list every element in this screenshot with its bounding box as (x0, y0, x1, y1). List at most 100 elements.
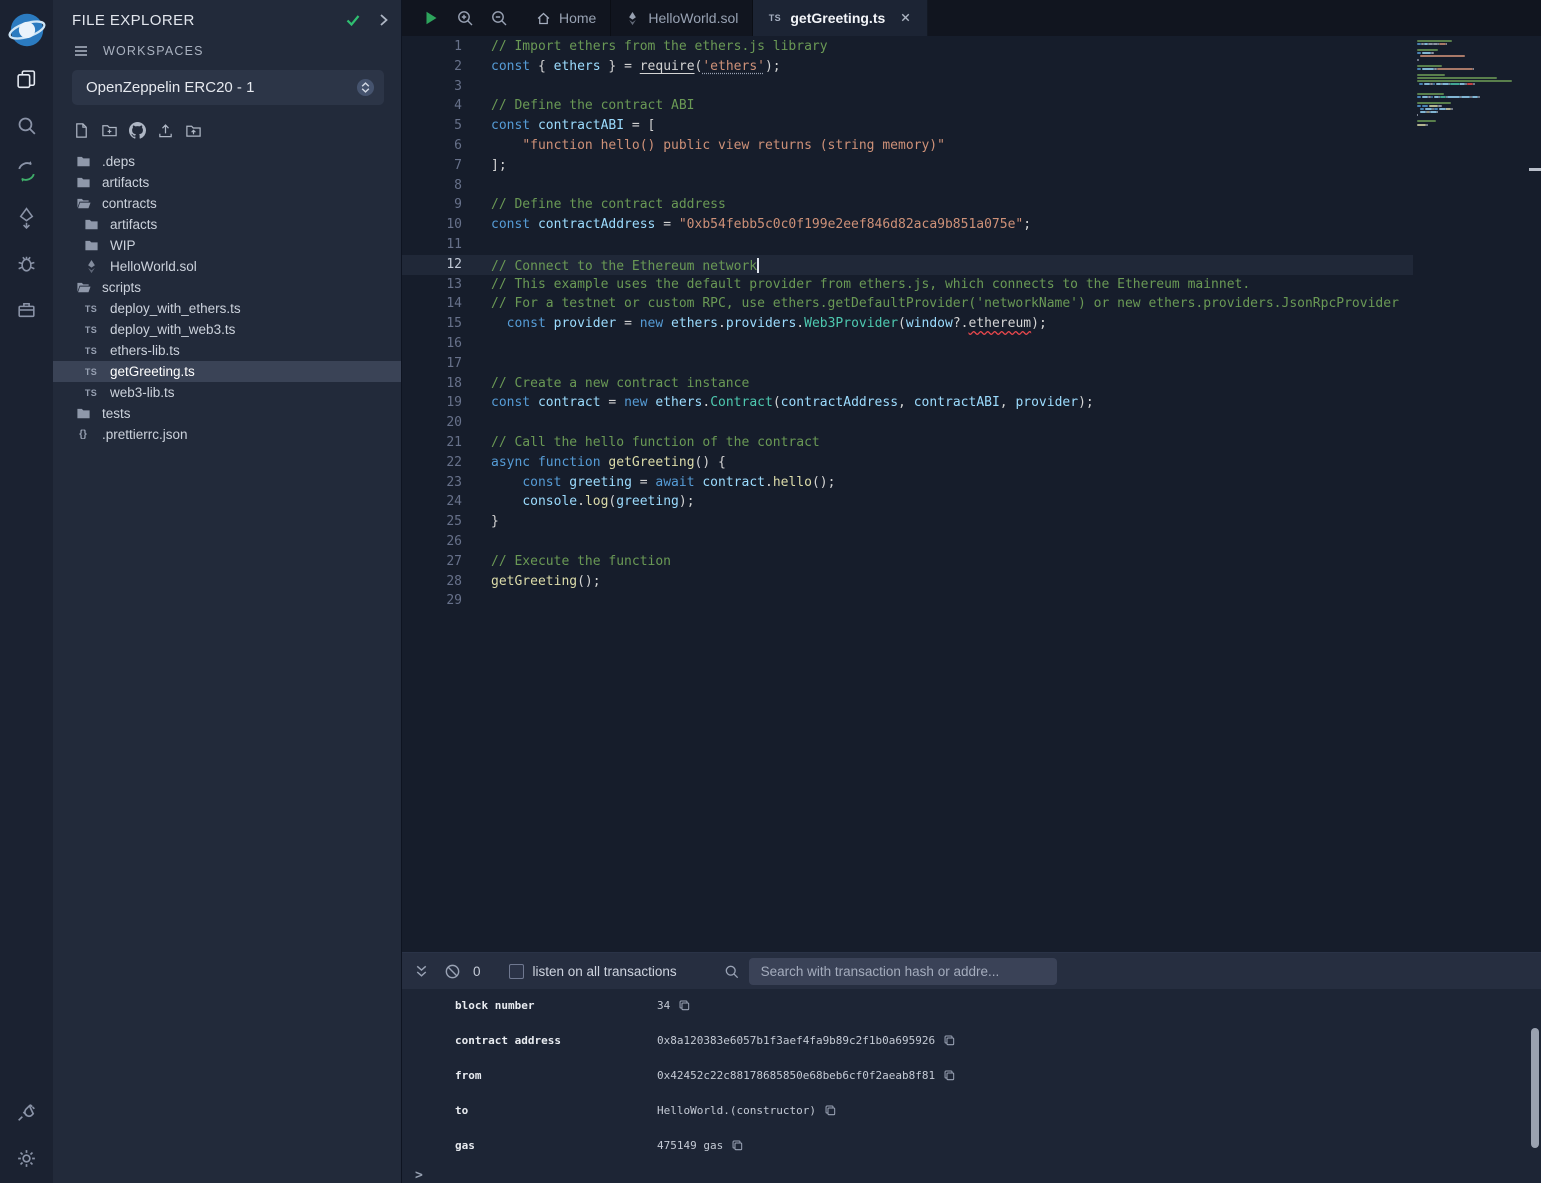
file-item-ethers-lib.ts[interactable]: TSethers-lib.ts (53, 340, 401, 361)
code-line-3[interactable]: 3 (402, 77, 1413, 97)
line-number: 27 (402, 552, 462, 572)
code-line-13[interactable]: 13// This example uses the default provi… (402, 275, 1413, 295)
line-text: const contractAddress = "0xb54febb5c0c0f… (491, 215, 1031, 235)
scrollbar-thumb[interactable] (1531, 1028, 1539, 1148)
new-file-icon (73, 122, 90, 139)
copy-icon[interactable] (943, 1034, 956, 1047)
transaction-count: 0 (473, 964, 481, 979)
ts-icon: TS (83, 385, 99, 401)
file-item-artifacts[interactable]: artifacts (53, 214, 401, 235)
terminal-search-input[interactable] (749, 958, 1057, 985)
terminal-prompt[interactable]: > (402, 1168, 1541, 1183)
code-line-22[interactable]: 22async function getGreeting() { (402, 453, 1413, 473)
file-item-tests[interactable]: tests (53, 403, 401, 424)
code-line-28[interactable]: 28getGreeting(); (402, 572, 1413, 592)
file-item-getGreeting.ts[interactable]: TSgetGreeting.ts (53, 361, 401, 382)
ban-icon[interactable] (444, 963, 461, 980)
code-line-16[interactable]: 16 (402, 334, 1413, 354)
code-line-4[interactable]: 4// Define the contract ABI (402, 96, 1413, 116)
run-button[interactable] (422, 9, 440, 27)
zoom-in-button[interactable] (456, 9, 474, 27)
code-line-2[interactable]: 2const { ethers } = require('ethers'); (402, 57, 1413, 77)
tab-bar: HomeHelloWorld.solTSgetGreeting.ts (402, 0, 1541, 36)
minimap[interactable] (1413, 36, 1529, 952)
new-file-button[interactable] (72, 121, 90, 139)
folder-icon (83, 217, 99, 233)
code-line-14[interactable]: 14// For a testnet or custom RPC, use et… (402, 294, 1413, 314)
code-line-21[interactable]: 21// Call the hello function of the cont… (402, 433, 1413, 453)
workspaces-menu-icon[interactable] (72, 42, 90, 60)
file-name: artifacts (110, 217, 157, 232)
upload-folder-icon (185, 122, 202, 139)
line-number: 9 (402, 195, 462, 215)
line-number: 3 (402, 77, 462, 97)
workspace-selector[interactable]: OpenZeppelin ERC20 - 1 (72, 70, 384, 105)
plugin-manager-button[interactable] (0, 1089, 53, 1135)
file-item-.prettierrc.json[interactable]: {}.prettierrc.json (53, 424, 401, 445)
code-line-1[interactable]: 1// Import ethers from the ethers.js lib… (402, 37, 1413, 57)
debugger-button[interactable] (0, 240, 53, 286)
deploy-run-button[interactable] (0, 194, 53, 240)
remix-logo[interactable] (0, 4, 53, 56)
file-item-deploy_with_ethers.ts[interactable]: TSdeploy_with_ethers.ts (53, 298, 401, 319)
code-line-26[interactable]: 26 (402, 532, 1413, 552)
file-item-web3-lib.ts[interactable]: TSweb3-lib.ts (53, 382, 401, 403)
plugins-button[interactable] (0, 286, 53, 332)
search-button[interactable] (0, 102, 53, 148)
code-line-23[interactable]: 23 const greeting = await contract.hello… (402, 473, 1413, 493)
github-button[interactable] (128, 121, 146, 139)
listen-transactions-label[interactable]: listen on all transactions (533, 964, 677, 979)
code-line-17[interactable]: 17 (402, 354, 1413, 374)
new-folder-button[interactable] (100, 121, 118, 139)
code-line-10[interactable]: 10const contractAddress = "0xb54febb5c0c… (402, 215, 1413, 235)
copy-icon[interactable] (678, 999, 691, 1012)
code-line-29[interactable]: 29 (402, 591, 1413, 611)
code-line-15[interactable]: 15 const provider = new ethers.providers… (402, 314, 1413, 334)
listen-transactions-checkbox[interactable] (509, 964, 524, 979)
code-line-11[interactable]: 11 (402, 235, 1413, 255)
code-line-18[interactable]: 18// Create a new contract instance (402, 374, 1413, 394)
file-item-deploy_with_web3.ts[interactable]: TSdeploy_with_web3.ts (53, 319, 401, 340)
file-item-artifacts[interactable]: artifacts (53, 172, 401, 193)
close-icon[interactable] (899, 11, 913, 25)
line-text: console.log(greeting); (491, 492, 695, 512)
file-name: scripts (102, 280, 141, 295)
json-icon: {} (75, 427, 91, 443)
tab-HelloWorld.sol[interactable]: HelloWorld.sol (611, 0, 753, 36)
file-item-.deps[interactable]: .deps (53, 151, 401, 172)
code-line-12[interactable]: 12// Connect to the Ethereum network (402, 255, 1413, 275)
settings-button[interactable] (0, 1135, 53, 1181)
code-line-8[interactable]: 8 (402, 176, 1413, 196)
upload-folder-button[interactable] (184, 121, 202, 139)
copy-icon[interactable] (943, 1069, 956, 1082)
code-line-9[interactable]: 9// Define the contract address (402, 195, 1413, 215)
file-explorer-button[interactable] (0, 56, 53, 102)
code-line-19[interactable]: 19const contract = new ethers.Contract(c… (402, 393, 1413, 413)
chevron-right-icon[interactable] (374, 11, 392, 29)
workspace-switch-icon[interactable] (356, 78, 375, 97)
file-item-scripts[interactable]: scripts (53, 277, 401, 298)
tab-getGreeting.ts[interactable]: TSgetGreeting.ts (753, 0, 928, 36)
code-line-24[interactable]: 24 console.log(greeting); (402, 492, 1413, 512)
code-line-6[interactable]: 6 "function hello() public view returns … (402, 136, 1413, 156)
solidity-compiler-button[interactable] (0, 148, 53, 194)
file-item-WIP[interactable]: WIP (53, 235, 401, 256)
check-icon[interactable] (344, 11, 362, 29)
line-number: 15 (402, 314, 462, 334)
code-line-27[interactable]: 27// Execute the function (402, 552, 1413, 572)
code-lines: 1// Import ethers from the ethers.js lib… (402, 36, 1413, 952)
search-icon (723, 963, 740, 980)
chevrons-down-icon[interactable] (413, 963, 430, 980)
upload-file-button[interactable] (156, 121, 174, 139)
code-line-20[interactable]: 20 (402, 413, 1413, 433)
copy-icon[interactable] (731, 1139, 744, 1152)
file-item-HelloWorld.sol[interactable]: HelloWorld.sol (53, 256, 401, 277)
copy-icon[interactable] (824, 1104, 837, 1117)
code-line-7[interactable]: 7]; (402, 156, 1413, 176)
code-line-25[interactable]: 25} (402, 512, 1413, 532)
line-text: // Define the contract ABI (491, 96, 695, 116)
tab-Home[interactable]: Home (522, 0, 611, 36)
file-item-contracts[interactable]: contracts (53, 193, 401, 214)
zoom-out-button[interactable] (490, 9, 508, 27)
code-line-5[interactable]: 5const contractABI = [ (402, 116, 1413, 136)
